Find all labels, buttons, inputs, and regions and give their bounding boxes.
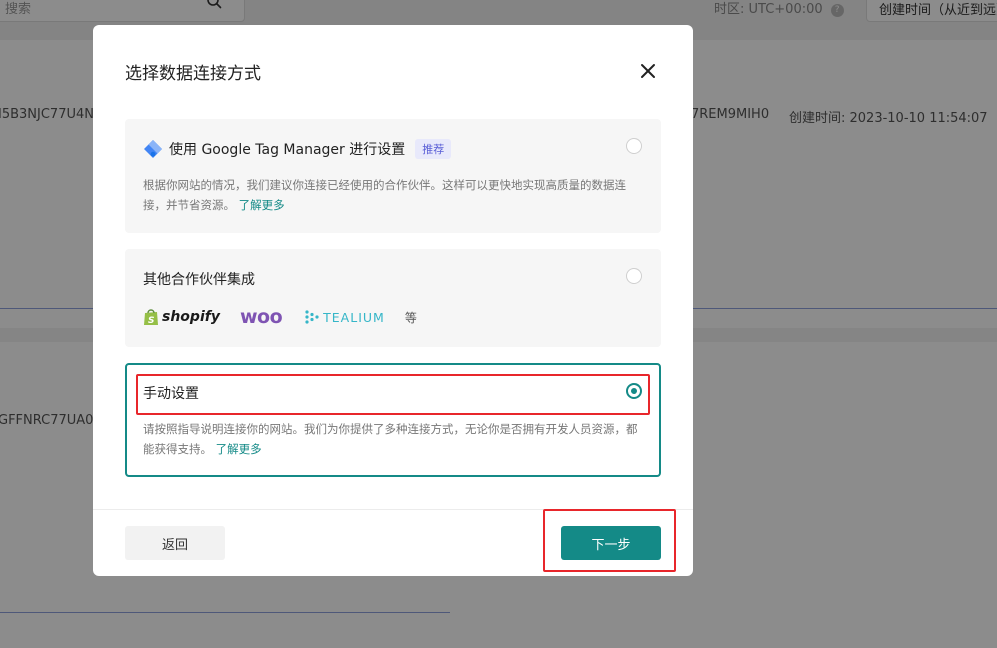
shopify-wordmark: shopify [162,309,220,325]
tealium-mark-icon [305,310,319,324]
option-title: 其他合作伙伴集成 [143,272,255,288]
option-description: 根据你网站的情况，我们建议你连接已经使用的合作伙伴。这样可以更快地实现高质量的数… [143,175,643,215]
shopify-logo: S shopify [143,308,220,326]
more-partners-label: 等 [404,310,417,325]
option-description: 请按照指导说明连接你的网站。我们为你提供了多种连接方式，无论你是否拥有开发人员资… [143,419,643,459]
option-radio-selected[interactable] [626,383,642,399]
option-manual-setup[interactable]: 手动设置 请按照指导说明连接你的网站。我们为你提供了多种连接方式，无论你是否拥有… [125,363,661,477]
tealium-wordmark: TEALIUM [323,309,385,325]
google-tag-manager-logo [144,140,162,158]
option-title: 使用 Google Tag Manager 进行设置 [169,142,406,158]
svg-text:S: S [148,316,154,326]
option-partner-integration[interactable]: 其他合作伙伴集成 S shopify woo TEALIUM 等 [125,249,661,347]
option-header: 使用 Google Tag Manager 进行设置 推荐 [143,139,452,159]
option-google-tag-manager[interactable]: 使用 Google Tag Manager 进行设置 推荐 根据你网站的情况，我… [125,119,661,233]
option-header: 手动设置 [143,383,199,403]
option-radio[interactable] [626,138,642,154]
option-title: 手动设置 [143,386,199,402]
shopify-bag-icon: S [144,309,158,326]
woo-logo: woo [239,306,283,328]
footer-divider [93,509,693,510]
option-radio[interactable] [626,268,642,284]
close-icon[interactable] [638,61,658,81]
back-button[interactable]: 返回 [125,526,225,560]
tealium-logo: TEALIUM [304,309,385,325]
partner-logos: S shopify woo TEALIUM 等 [143,306,417,328]
learn-more-link[interactable]: 了解更多 [239,198,285,212]
recommended-badge: 推荐 [415,139,452,159]
next-button[interactable]: 下一步 [561,526,661,560]
option-header: 其他合作伙伴集成 [143,269,255,289]
learn-more-link[interactable]: 了解更多 [216,442,262,456]
dialog-title: 选择数据连接方式 [125,64,261,84]
connection-method-dialog: 选择数据连接方式 使用 Google Tag Manager 进行设置 推荐 根… [93,25,693,576]
description-text: 根据你网站的情况，我们建议你连接已经使用的合作伙伴。这样可以更快地实现高质量的数… [143,178,626,212]
